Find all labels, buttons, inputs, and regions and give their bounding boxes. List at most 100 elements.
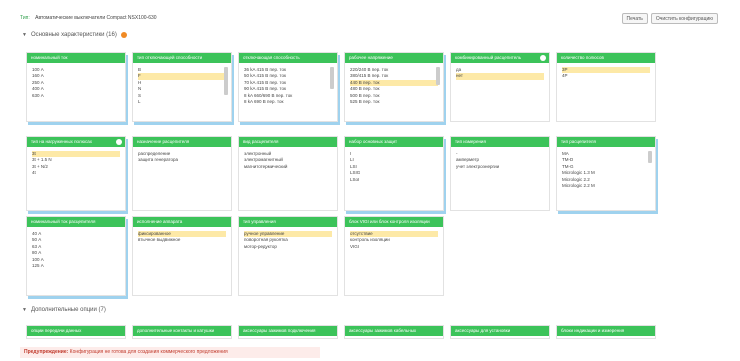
option-item[interactable]: 480 В пер. ток: [350, 86, 438, 93]
option-item[interactable]: 63 А: [32, 244, 120, 251]
card-title: аксессуары зажимов подключения: [239, 326, 337, 336]
option-item[interactable]: учет электроэнергии: [456, 164, 544, 171]
option-item[interactable]: распределение: [138, 151, 226, 158]
option-item[interactable]: 50 kA 415 В пер. ток: [244, 73, 332, 80]
option-item[interactable]: 80 А: [32, 250, 120, 257]
option-item[interactable]: мотор-редуктор: [244, 244, 332, 251]
card-title: рабочее напряжение: [345, 53, 443, 63]
option-item[interactable]: Micrologic 2.2 M: [562, 183, 650, 190]
info-icon[interactable]: [540, 55, 546, 61]
option-item[interactable]: контроль изоляции: [350, 237, 438, 244]
main-section-label: Основные характеристики (16): [30, 32, 117, 38]
warning-banner: Предупреждение: Конфигурация не готова д…: [20, 347, 320, 358]
option-item[interactable]: LSI: [350, 164, 438, 171]
extra-option-card[interactable]: опции передачи данных: [26, 325, 126, 339]
option-item[interactable]: MA: [562, 151, 650, 158]
type-name: Автоматические выключатели Compact NSX10…: [35, 15, 157, 21]
characteristic-card: отключающая способность 36 kA 415 В пер. …: [238, 52, 338, 122]
option-item[interactable]: S: [138, 93, 226, 100]
option-item[interactable]: 100 А: [32, 257, 120, 264]
info-icon[interactable]: [116, 139, 122, 145]
option-item[interactable]: Micrologic 2.2: [562, 177, 650, 184]
option-item[interactable]: защита генератора: [138, 157, 226, 164]
option-item[interactable]: 220/240 В пер. ток: [350, 67, 438, 74]
option-item[interactable]: TM-G: [562, 164, 650, 171]
characteristic-card: вид расцепителя электронный электромагнитн…: [238, 136, 338, 211]
option-item[interactable]: 3P: [562, 66, 650, 74]
option-item[interactable]: 50 А: [32, 237, 120, 244]
scrollbar[interactable]: [436, 66, 440, 85]
option-item[interactable]: TM-D: [562, 157, 650, 164]
option-item[interactable]: да: [456, 67, 544, 74]
extra-option-card[interactable]: аксессуары зажимов подключения: [238, 325, 338, 339]
option-item[interactable]: 3t + N/2: [32, 164, 120, 171]
option-item[interactable]: 380/415 В пер. ток: [350, 73, 438, 80]
extra-option-card[interactable]: дополнительные контакты и катушки: [132, 325, 232, 339]
top-bar: Тип: Автоматические выключатели Compact …: [20, 11, 718, 25]
option-item[interactable]: B: [138, 67, 226, 74]
extra-option-card[interactable]: аксессуары для установки: [450, 325, 550, 339]
option-item[interactable]: 70 kA 415 В пер. ток: [244, 80, 332, 87]
option-item[interactable]: LSIG: [350, 170, 438, 177]
option-item[interactable]: 125 А: [32, 263, 120, 270]
option-item[interactable]: LI: [350, 157, 438, 164]
option-item[interactable]: 36 kA 415 В пер. ток: [244, 67, 332, 74]
option-item[interactable]: 40 А: [32, 231, 120, 238]
option-item[interactable]: электронный: [244, 151, 332, 158]
print-button[interactable]: Печать: [621, 12, 648, 24]
option-item[interactable]: 525 В пер. ток: [350, 99, 438, 106]
scrollbar[interactable]: [330, 66, 334, 89]
clear-configuration-button[interactable]: Очистить конфигурацию: [650, 12, 718, 24]
option-item[interactable]: L: [138, 99, 226, 106]
option-item[interactable]: поворотная рукоятка: [244, 237, 332, 244]
option-item[interactable]: -: [456, 151, 544, 158]
card-title: блоки индикации и измерения: [557, 326, 655, 336]
option-item[interactable]: 160 А: [32, 73, 120, 80]
scrollbar[interactable]: [224, 66, 228, 95]
extra-option-card[interactable]: блоки индикации и измерения: [556, 325, 656, 339]
option-item[interactable]: N: [138, 86, 226, 93]
option-item[interactable]: отсутствие: [350, 230, 438, 238]
main-section-header[interactable]: ▼ Основные характеристики (16): [22, 32, 127, 38]
option-item[interactable]: амперметр: [456, 157, 544, 164]
card-title: номинальный ток: [27, 53, 125, 63]
option-item[interactable]: 500 В пер. ток: [350, 93, 438, 100]
option-item[interactable]: 440 В пер. ток: [350, 79, 438, 87]
warning-text: Конфигурация не готова для создания комм…: [69, 349, 228, 355]
card-title: номинальный ток расцепителя: [27, 217, 125, 227]
option-item[interactable]: 3t + 1.5 N: [32, 157, 120, 164]
option-item[interactable]: 400 А: [32, 86, 120, 93]
option-item[interactable]: электромагнитный: [244, 157, 332, 164]
option-item[interactable]: 250 А: [32, 80, 120, 87]
option-item[interactable]: 630 А: [32, 93, 120, 100]
option-item[interactable]: VIGI: [350, 244, 438, 251]
option-item[interactable]: нет: [456, 73, 544, 80]
option-item[interactable]: 3t: [32, 150, 120, 158]
card-title: опции передачи данных: [27, 326, 125, 336]
scrollbar[interactable]: [648, 150, 652, 163]
option-item[interactable]: 8 kA 690 В пер. ток: [244, 99, 332, 106]
option-item[interactable]: 8 kA 660/690 В пер. ток: [244, 93, 332, 100]
option-item[interactable]: фиксированное: [138, 230, 226, 238]
option-item[interactable]: магнитотермический: [244, 164, 332, 171]
characteristic-card: номинальный ток расцепителя 40 А 50 А 63 А8…: [26, 216, 126, 296]
option-item[interactable]: I: [350, 151, 438, 158]
extra-section-header[interactable]: ▼ Дополнительные опции (7): [22, 307, 106, 313]
option-item[interactable]: 90 kA 415 В пер. ток: [244, 86, 332, 93]
characteristic-card: назначение расцепителя распределение защит…: [132, 136, 232, 211]
option-item[interactable]: H: [138, 80, 226, 87]
extra-option-card[interactable]: аксессуары зажимов кабельных: [344, 325, 444, 339]
option-item[interactable]: 4t: [32, 170, 120, 177]
warning-label: Предупреждение:: [24, 349, 69, 355]
option-item[interactable]: F: [138, 73, 226, 80]
option-item[interactable]: LSoI: [350, 177, 438, 184]
characteristic-card: номинальный ток 100 А 160 А 250 А 400 А 630 А: [26, 52, 126, 122]
characteristic-card: тип управления ручное управление поворотна…: [238, 216, 338, 296]
option-item[interactable]: 4P: [562, 73, 650, 80]
card-title: аксессуары для установки: [451, 326, 549, 336]
option-item[interactable]: ручное управление: [244, 230, 332, 238]
option-item[interactable]: втычное выдвижное: [138, 237, 226, 244]
card-title: аксессуары зажимов кабельных: [345, 326, 443, 336]
option-item[interactable]: 100 А: [32, 67, 120, 74]
option-item[interactable]: Micrologic 1.3 M: [562, 170, 650, 177]
